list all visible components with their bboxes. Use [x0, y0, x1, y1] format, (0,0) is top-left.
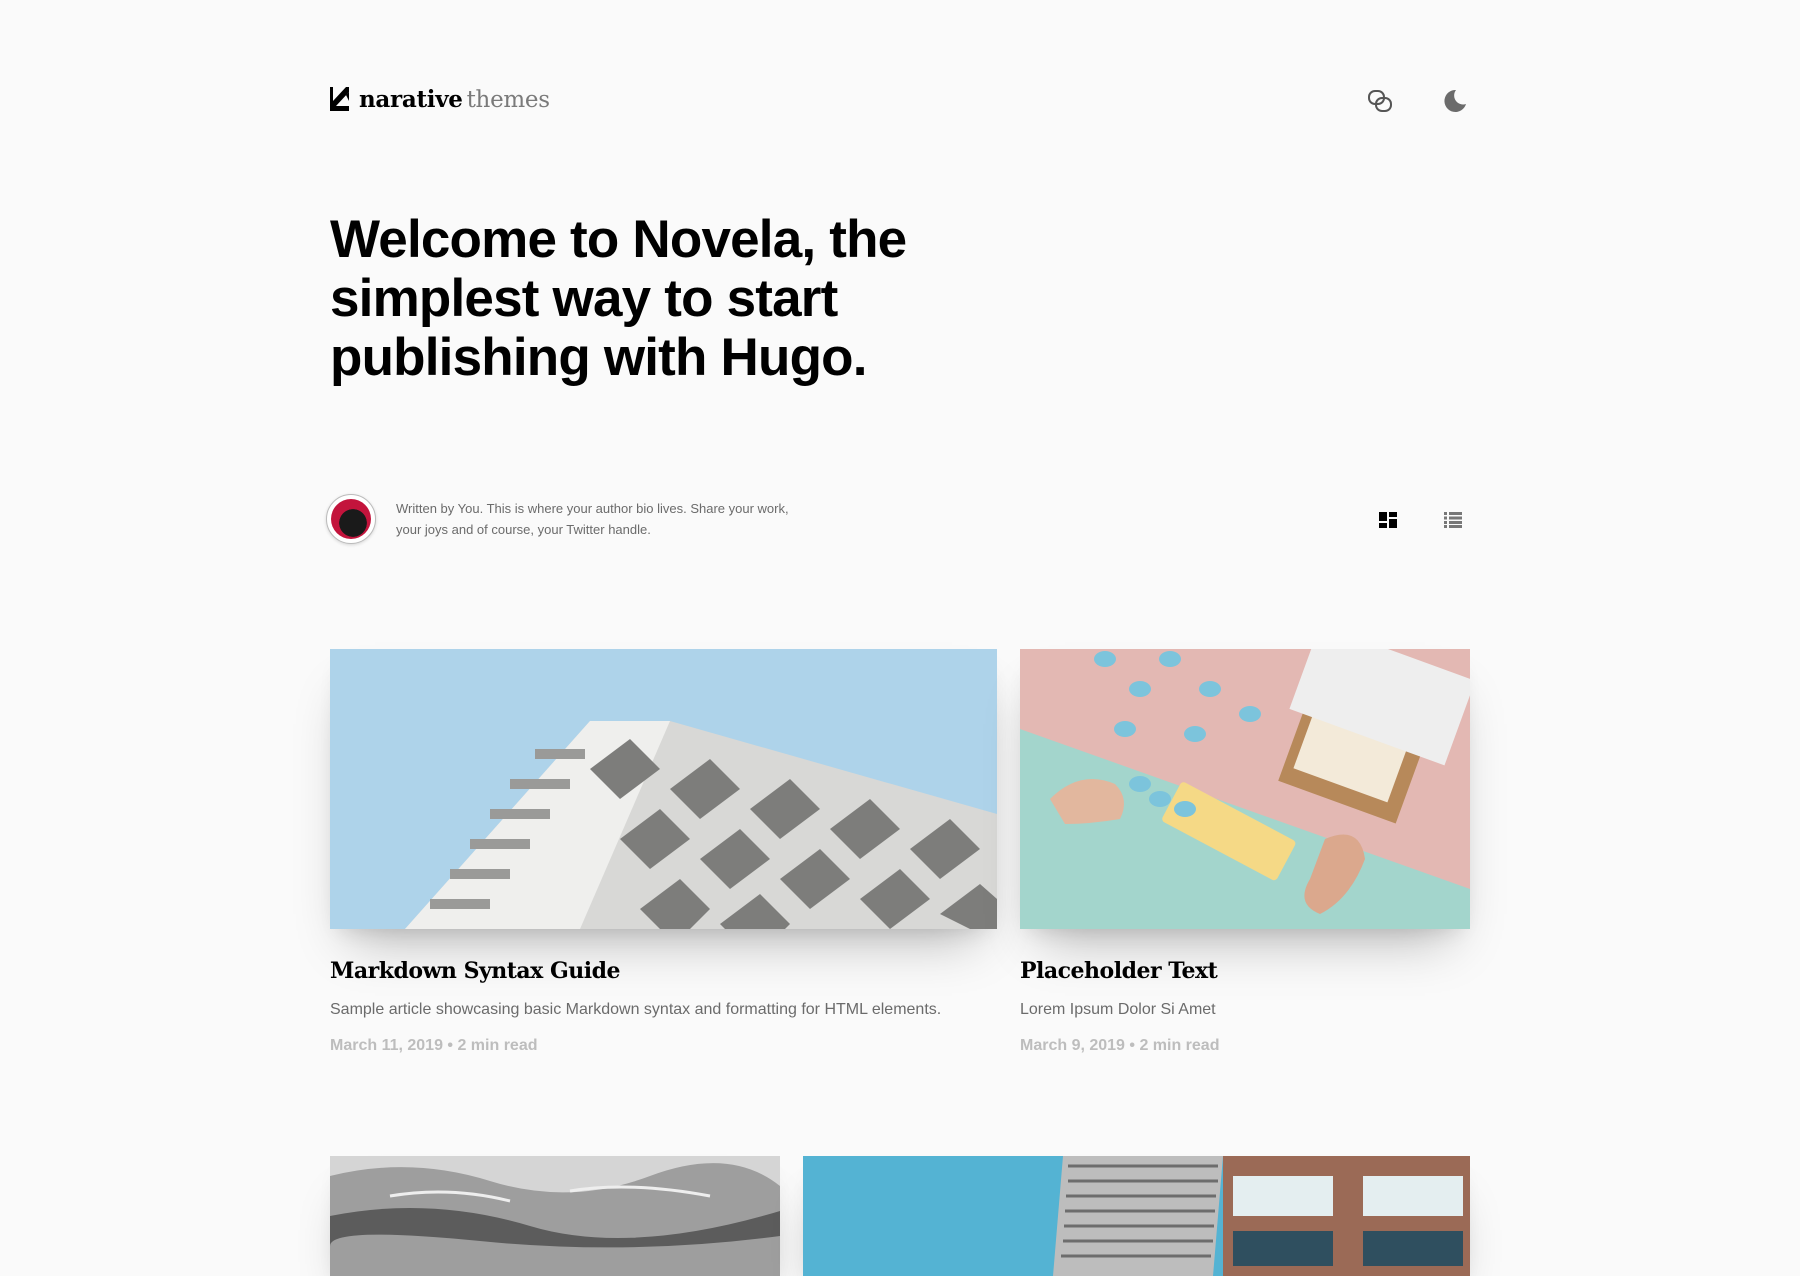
article-card[interactable]	[330, 1156, 780, 1276]
copy-link-icon	[1368, 90, 1392, 112]
list-layout-icon	[1444, 512, 1462, 528]
page-container: narative themes Welcome to Novela, the si…	[326, 0, 1470, 1276]
grid-layout-icon	[1379, 512, 1397, 528]
logo-text-light: themes	[466, 86, 550, 113]
article-card[interactable]: Placeholder Text Lorem Ipsum Dolor Si Am…	[1020, 649, 1470, 1054]
list-layout-button[interactable]	[1441, 508, 1465, 532]
article-title[interactable]: Placeholder Text	[1020, 958, 1218, 984]
article-title[interactable]: Markdown Syntax Guide	[330, 958, 620, 984]
moon-icon	[1444, 89, 1466, 112]
hero-title: Welcome to Novela, the simplest way to s…	[330, 210, 907, 387]
author-section: Written by You. This is where your autho…	[326, 494, 789, 544]
author-avatar[interactable]	[326, 494, 376, 544]
grid-layout-button[interactable]	[1376, 508, 1400, 532]
article-hero-image	[803, 1156, 1470, 1276]
site-logo[interactable]: narative themes	[330, 86, 550, 113]
article-hero-image	[330, 1156, 780, 1276]
article-hero-image	[1020, 649, 1470, 929]
dark-mode-toggle[interactable]	[1440, 86, 1470, 116]
article-meta: March 11, 2019 • 2 min read	[330, 1037, 538, 1054]
author-bio: Written by You. This is where your autho…	[396, 499, 836, 540]
article-card[interactable]	[803, 1156, 1470, 1276]
article-meta: March 9, 2019 • 2 min read	[1020, 1037, 1220, 1054]
logo-text-bold: narative	[359, 85, 463, 113]
avatar-image	[331, 499, 371, 539]
article-hero-image	[330, 649, 997, 929]
article-card[interactable]: Markdown Syntax Guide Sample article sho…	[330, 649, 997, 1054]
logo-text: narative themes	[359, 86, 550, 113]
author-bio-line: your joys and of course, your Twitter ha…	[396, 521, 651, 537]
narative-logo-icon	[330, 87, 349, 111]
article-excerpt: Lorem Ipsum Dolor Si Amet	[1020, 1001, 1216, 1018]
author-bio-line: Written by You. This is where your autho…	[396, 501, 789, 516]
article-excerpt: Sample article showcasing basic Markdown…	[330, 1001, 942, 1018]
copy-link-button[interactable]	[1365, 86, 1395, 116]
